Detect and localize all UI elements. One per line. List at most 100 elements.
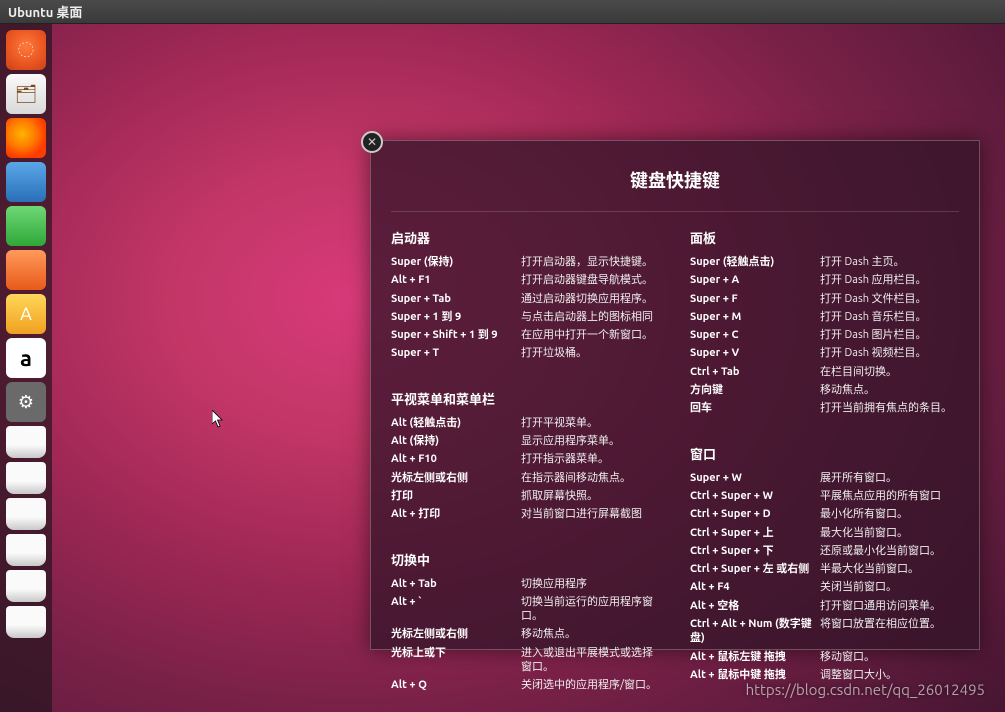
- shortcut-row: Ctrl + Alt + Num (数字键盘)将窗口放置在相应位置。: [690, 617, 959, 646]
- launcher-item-files[interactable]: 🗂: [6, 74, 46, 114]
- shortcut-key: Super + V: [690, 346, 820, 360]
- shortcut-row: Super (轻触点击)打开 Dash 主页。: [690, 255, 959, 269]
- shortcut-row: 打印抓取屏幕快照。: [391, 489, 660, 503]
- shortcut-key: Alt + F1: [391, 273, 521, 287]
- shortcut-desc: 打开指示器菜单。: [521, 452, 660, 466]
- shortcut-row: Alt (保持)显示应用程序菜单。: [391, 434, 660, 448]
- shortcut-key: Alt + Q: [391, 678, 521, 692]
- shortcut-desc: 将窗口放置在相应位置。: [820, 617, 959, 646]
- shortcut-key: Alt + `: [391, 595, 521, 624]
- shortcut-key: 光标上或下: [391, 646, 521, 675]
- launcher-item-drive5[interactable]: [6, 570, 46, 602]
- shortcut-desc: 进入或退出平展模式或选择窗口。: [521, 646, 660, 675]
- shortcut-desc: 切换当前运行的应用程序窗口。: [521, 595, 660, 624]
- shortcut-row: Ctrl + Super + 下还原或最小化当前窗口。: [690, 544, 959, 558]
- shortcut-key: 打印: [391, 489, 521, 503]
- shortcut-key: Super + 1 到 9: [391, 310, 521, 324]
- launcher-item-dash[interactable]: ◌: [6, 30, 46, 70]
- launcher-item-drive6[interactable]: [6, 606, 46, 638]
- shortcut-row: Super + V打开 Dash 视频栏目。: [690, 346, 959, 360]
- shortcut-desc: 移动窗口。: [820, 650, 959, 664]
- shortcut-row: Super + W展开所有窗口。: [690, 471, 959, 485]
- close-icon: ✕: [367, 135, 377, 149]
- shortcut-row: Alt + Q关闭选中的应用程序/窗口。: [391, 678, 660, 692]
- launcher-item-drive3[interactable]: [6, 498, 46, 530]
- shortcut-key: 光标左侧或右侧: [391, 471, 521, 485]
- shortcut-row: 光标上或下进入或退出平展模式或选择窗口。: [391, 646, 660, 675]
- shortcut-key: Alt (轻触点击): [391, 416, 521, 430]
- shortcut-row: 光标左侧或右侧移动焦点。: [391, 627, 660, 641]
- shortcut-key: Alt (保持): [391, 434, 521, 448]
- shortcut-key: Alt + F4: [690, 580, 820, 594]
- shortcut-desc: 切换应用程序: [521, 577, 660, 591]
- close-button[interactable]: ✕: [361, 131, 383, 153]
- launcher-item-impress[interactable]: [6, 250, 46, 290]
- shortcut-key: Super + A: [690, 273, 820, 287]
- watermark-text: https://blog.csdn.net/qq_26012495: [746, 681, 985, 698]
- launcher-item-amazon[interactable]: a: [6, 338, 46, 378]
- top-menu-bar: Ubuntu 桌面: [0, 0, 1005, 24]
- shortcut-row: Ctrl + Tab在栏目间切换。: [690, 365, 959, 379]
- shortcut-key: Ctrl + Super + D: [690, 507, 820, 521]
- launcher-item-writer[interactable]: [6, 162, 46, 202]
- shortcut-desc: 最大化当前窗口。: [820, 526, 959, 540]
- shortcut-row: 方向键移动焦点。: [690, 383, 959, 397]
- shortcut-key: Alt + 鼠标左键 拖拽: [690, 650, 820, 664]
- shortcut-key: 回车: [690, 401, 820, 415]
- keyboard-shortcuts-overlay: ✕ 键盘快捷键 启动器Super (保持)打开启动器，显示快捷键。Alt + F…: [370, 140, 980, 650]
- shortcut-desc: 打开 Dash 图片栏目。: [820, 328, 959, 342]
- shortcut-row: Super + F打开 Dash 文件栏目。: [690, 292, 959, 306]
- shortcut-desc: 打开垃圾桶。: [521, 346, 660, 360]
- launcher-item-calc[interactable]: [6, 206, 46, 246]
- shortcut-key: Ctrl + Super + 左 或右侧: [690, 562, 820, 576]
- shortcut-desc: 打开窗口通用访问菜单。: [820, 599, 959, 613]
- shortcut-key: Super + Shift + 1 到 9: [391, 328, 521, 342]
- shortcut-row: Super + T打开垃圾桶。: [391, 346, 660, 360]
- shortcut-row: 回车打开当前拥有焦点的条目。: [690, 401, 959, 415]
- shortcut-key: Super + M: [690, 310, 820, 324]
- shortcut-row: Ctrl + Super + 上最大化当前窗口。: [690, 526, 959, 540]
- shortcut-desc: 与点击启动器上的图标相同: [521, 310, 660, 324]
- launcher-item-firefox[interactable]: [6, 118, 46, 158]
- shortcut-key: Alt + F10: [391, 452, 521, 466]
- shortcut-row: Alt + Tab切换应用程序: [391, 577, 660, 591]
- shortcut-row: Super + A打开 Dash 应用栏目。: [690, 273, 959, 287]
- section-title: 切换中: [391, 550, 660, 569]
- launcher-item-drive4[interactable]: [6, 534, 46, 566]
- launcher-item-drive2[interactable]: [6, 462, 46, 494]
- shortcut-desc: 打开 Dash 音乐栏目。: [820, 310, 959, 324]
- shortcut-desc: 抓取屏幕快照。: [521, 489, 660, 503]
- shortcut-desc: 移动焦点。: [820, 383, 959, 397]
- shortcut-row: Super + M打开 Dash 音乐栏目。: [690, 310, 959, 324]
- shortcut-key: Super + F: [690, 292, 820, 306]
- shortcut-desc: 最小化所有窗口。: [820, 507, 959, 521]
- section-title: 启动器: [391, 228, 660, 247]
- shortcut-key: Alt + 空格: [690, 599, 820, 613]
- shortcut-desc: 打开 Dash 应用栏目。: [820, 273, 959, 287]
- shortcut-row: Alt + 空格打开窗口通用访问菜单。: [690, 599, 959, 613]
- overlay-title: 键盘快捷键: [391, 167, 959, 193]
- shortcut-key: Super + Tab: [391, 292, 521, 306]
- shortcut-key: Super (保持): [391, 255, 521, 269]
- shortcut-row: Alt + 鼠标左键 拖拽移动窗口。: [690, 650, 959, 664]
- shortcut-row: Ctrl + Super + 左 或右侧半最大化当前窗口。: [690, 562, 959, 576]
- shortcut-key: Alt + Tab: [391, 577, 521, 591]
- launcher-item-software[interactable]: A: [6, 294, 46, 334]
- shortcut-desc: 打开平视菜单。: [521, 416, 660, 430]
- shortcut-row: Super + 1 到 9与点击启动器上的图标相同: [391, 310, 660, 324]
- shortcut-key: Super + C: [690, 328, 820, 342]
- shortcut-row: 光标左侧或右侧在指示器间移动焦点。: [391, 471, 660, 485]
- shortcut-desc: 打开当前拥有焦点的条目。: [820, 401, 959, 415]
- launcher-item-settings[interactable]: ⚙: [6, 382, 46, 422]
- shortcut-key: Super + W: [690, 471, 820, 485]
- shortcut-desc: 打开启动器键盘导航模式。: [521, 273, 660, 287]
- shortcut-desc: 显示应用程序菜单。: [521, 434, 660, 448]
- shortcut-key: Ctrl + Super + 下: [690, 544, 820, 558]
- shortcut-key: Ctrl + Super + W: [690, 489, 820, 503]
- shortcut-desc: 打开启动器，显示快捷键。: [521, 255, 660, 269]
- shortcut-key: 方向键: [690, 383, 820, 397]
- section-title: 平视菜单和菜单栏: [391, 389, 660, 408]
- launcher-item-drive1[interactable]: [6, 426, 46, 458]
- shortcut-desc: 展开所有窗口。: [820, 471, 959, 485]
- shortcut-key: Ctrl + Super + 上: [690, 526, 820, 540]
